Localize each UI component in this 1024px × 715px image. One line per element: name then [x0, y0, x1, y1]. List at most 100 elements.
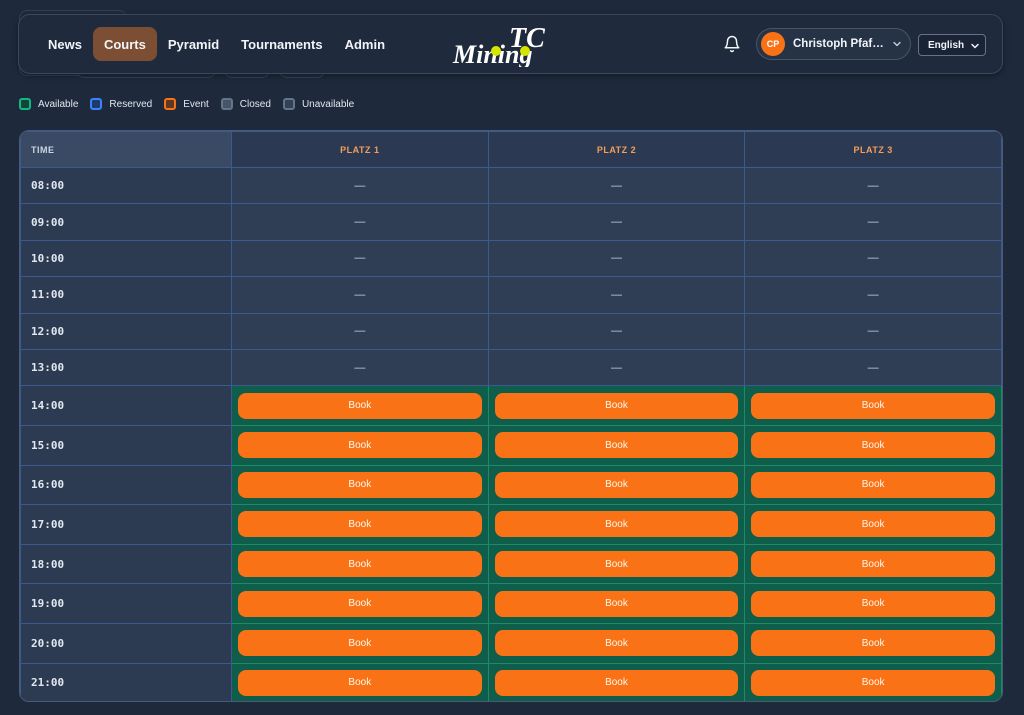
book-button[interactable]: Book: [494, 630, 739, 657]
slot-cell-available: Book: [231, 543, 489, 585]
table-row: 08:00— — —: [20, 166, 1002, 205]
slot-cell-available: Book: [487, 543, 746, 585]
slot-cell-available: Book: [231, 385, 489, 426]
slot-cell-available: Book: [231, 662, 489, 701]
legend-label: Unavailable: [301, 98, 355, 110]
book-button[interactable]: Book: [494, 392, 739, 419]
slot-cell-closed: —: [744, 239, 1002, 278]
legend-swatch: [282, 98, 295, 110]
nav-admin[interactable]: Admin: [334, 27, 396, 61]
slot-cell-available: Book: [744, 622, 1002, 664]
slot-cell-available: Book: [231, 424, 489, 466]
schedule-header-row: TIME PLATZ 1 PLATZ 2 PLATZ 3: [20, 131, 1002, 168]
slot-cell-available: Book: [487, 504, 746, 545]
book-button[interactable]: Book: [494, 669, 739, 696]
book-button[interactable]: Book: [751, 590, 995, 617]
slot-cell-available: Book: [744, 385, 1002, 426]
table-row: 21:00 Book Book Book: [20, 662, 1002, 701]
time-slot-label: 12:00: [20, 312, 232, 350]
book-button[interactable]: Book: [751, 432, 995, 459]
slot-cell-available: Book: [744, 662, 1002, 701]
court-header: PLATZ 3: [744, 131, 1002, 168]
book-button[interactable]: Book: [494, 590, 739, 617]
slot-cell-closed: —: [487, 348, 746, 387]
slot-cell-closed: —: [487, 166, 746, 205]
book-button[interactable]: Book: [238, 471, 482, 498]
book-button[interactable]: Book: [751, 511, 995, 538]
time-slot-label: 15:00: [20, 424, 232, 466]
slot-cell-available: Book: [231, 504, 489, 545]
legend-label: Available: [38, 98, 79, 110]
nav-pyramid[interactable]: Pyramid: [157, 27, 230, 61]
user-name: Christoph Pfaffi...: [793, 38, 887, 50]
book-button[interactable]: Book: [238, 590, 482, 617]
slot-cell-available: Book: [231, 583, 489, 624]
table-row: 14:00 Book Book Book: [20, 385, 1002, 426]
legend-closed: Closed: [220, 98, 271, 110]
slot-cell-closed: —: [231, 348, 489, 387]
legend-label: Reserved: [109, 98, 153, 110]
main-nav: News Courts Pyramid Tournaments Admin: [37, 27, 396, 61]
book-button[interactable]: Book: [494, 551, 739, 578]
table-row: 19:00 Book Book Book: [20, 583, 1002, 624]
slot-cell-closed: —: [231, 276, 489, 314]
slot-cell-available: Book: [487, 662, 746, 701]
book-button[interactable]: Book: [238, 669, 482, 696]
nav-news[interactable]: News: [37, 27, 93, 61]
table-row: 12:00— — —: [20, 312, 1002, 350]
user-menu-button[interactable]: CP Christoph Pfaffi...: [756, 28, 911, 60]
table-row: 09:00— — —: [20, 203, 1002, 241]
book-button[interactable]: Book: [238, 392, 482, 419]
book-button[interactable]: Book: [238, 432, 482, 459]
book-button[interactable]: Book: [751, 630, 995, 657]
book-button[interactable]: Book: [494, 432, 739, 459]
notification-bell-icon[interactable]: [723, 35, 741, 53]
court-schedule: TIME PLATZ 1 PLATZ 2 PLATZ 3 08:00— — —09:…: [19, 130, 1003, 702]
court-header: PLATZ 1: [231, 131, 489, 168]
tennis-ball-icon: [520, 46, 530, 56]
legend-swatch: [90, 98, 103, 110]
legend-available: Available: [19, 98, 78, 110]
slot-cell-closed: —: [744, 276, 1002, 314]
slot-cell-closed: —: [744, 203, 1002, 241]
time-slot-label: 10:00: [20, 239, 232, 278]
book-button[interactable]: Book: [494, 471, 739, 498]
slot-cell-available: Book: [487, 424, 746, 466]
book-button[interactable]: Book: [751, 551, 995, 578]
book-button[interactable]: Book: [238, 551, 482, 578]
book-button[interactable]: Book: [238, 511, 482, 538]
slot-cell-available: Book: [744, 543, 1002, 585]
book-button[interactable]: Book: [238, 630, 482, 657]
time-slot-label: 16:00: [20, 464, 232, 506]
chevron-down-icon: [971, 43, 979, 49]
time-slot-label: 08:00: [20, 166, 232, 205]
language-select[interactable]: English: [918, 34, 986, 56]
book-button[interactable]: Book: [751, 471, 995, 498]
table-row: 11:00— — —: [20, 276, 1002, 314]
slot-cell-closed: —: [487, 276, 746, 314]
time-slot-label: 17:00: [20, 504, 232, 545]
legend-unavailable: Unavailable: [282, 98, 355, 110]
time-column-header: TIME: [20, 131, 232, 168]
slot-cell-closed: —: [744, 348, 1002, 387]
legend-swatch: [164, 98, 177, 110]
book-button[interactable]: Book: [494, 511, 739, 538]
slot-cell-closed: —: [487, 203, 746, 241]
slot-cell-available: Book: [231, 622, 489, 664]
club-logo[interactable]: TC Mining: [451, 23, 569, 67]
schedule-table: TIME PLATZ 1 PLATZ 2 PLATZ 3 08:00— — —09:…: [20, 131, 1002, 701]
table-row: 16:00 Book Book Book: [20, 464, 1002, 506]
slot-cell-available: Book: [487, 622, 746, 664]
book-button[interactable]: Book: [751, 669, 995, 696]
nav-courts[interactable]: Courts: [92, 27, 157, 61]
slot-cell-available: Book: [744, 583, 1002, 624]
book-button[interactable]: Book: [751, 392, 995, 419]
slot-cell-available: Book: [231, 464, 489, 506]
time-slot-label: 14:00: [20, 385, 232, 426]
schedule-body: 08:00— — —09:00— — —10:00— — —11:00— — —12:00— — —…: [20, 166, 1002, 701]
slot-cell-closed: —: [744, 166, 1002, 205]
time-slot-label: 09:00: [20, 203, 232, 241]
chevron-down-icon: [893, 41, 901, 47]
nav-tournaments[interactable]: Tournaments: [230, 27, 333, 61]
language-value: English: [928, 39, 965, 51]
